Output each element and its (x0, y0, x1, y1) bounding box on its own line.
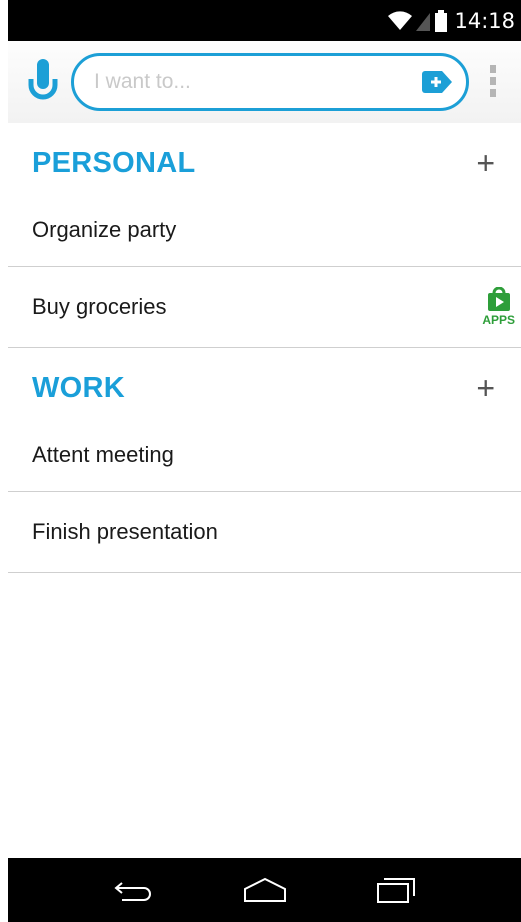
home-button[interactable] (235, 870, 295, 910)
task-row[interactable]: Buy groceries APPS (8, 267, 521, 348)
section-header-personal: PERSONAL + (8, 123, 521, 203)
task-list: PERSONAL + Organize party Buy groceries … (8, 123, 521, 573)
overflow-menu-icon (490, 65, 496, 73)
task-label: Buy groceries (32, 294, 167, 319)
task-label: Attent meeting (32, 442, 174, 467)
add-task-button[interactable]: + (476, 147, 495, 179)
apps-label: APPS (482, 313, 515, 327)
apps-button[interactable]: APPS (482, 287, 515, 327)
task-label: Organize party (32, 217, 177, 242)
task-row[interactable]: Organize party (8, 203, 521, 267)
task-row[interactable]: Finish presentation (8, 492, 521, 573)
wifi-icon (388, 10, 413, 30)
section-title: WORK (32, 371, 126, 404)
recents-button[interactable] (366, 870, 426, 910)
home-icon (243, 877, 286, 902)
add-task-button[interactable]: + (476, 372, 495, 404)
mic-icon (28, 59, 58, 100)
mic-button[interactable] (26, 59, 60, 105)
battery-icon (435, 9, 448, 32)
back-button[interactable] (104, 870, 164, 910)
search-input[interactable] (94, 70, 422, 94)
search-header (8, 41, 521, 123)
section-title: PERSONAL (32, 146, 196, 179)
task-row[interactable]: Attent meeting (8, 428, 521, 492)
status-icons (388, 9, 448, 32)
overflow-menu-dot (490, 89, 496, 97)
task-label: Finish presentation (32, 519, 218, 544)
section-header-work: WORK + (8, 348, 521, 428)
add-tag-button[interactable] (422, 71, 452, 93)
back-icon (113, 882, 151, 901)
add-tag-icon (422, 71, 452, 93)
signal-icon (416, 12, 431, 31)
status-time: 14:18 (454, 8, 515, 33)
navigation-bar (8, 858, 521, 922)
overflow-menu-dot (490, 77, 496, 85)
recents-icon (376, 878, 415, 903)
app-screen: 14:18 PERSONAL (0, 0, 521, 922)
play-store-bag-icon (487, 287, 510, 311)
overflow-menu-button[interactable] (486, 65, 500, 103)
search-box (71, 53, 469, 111)
status-bar: 14:18 (8, 0, 521, 41)
